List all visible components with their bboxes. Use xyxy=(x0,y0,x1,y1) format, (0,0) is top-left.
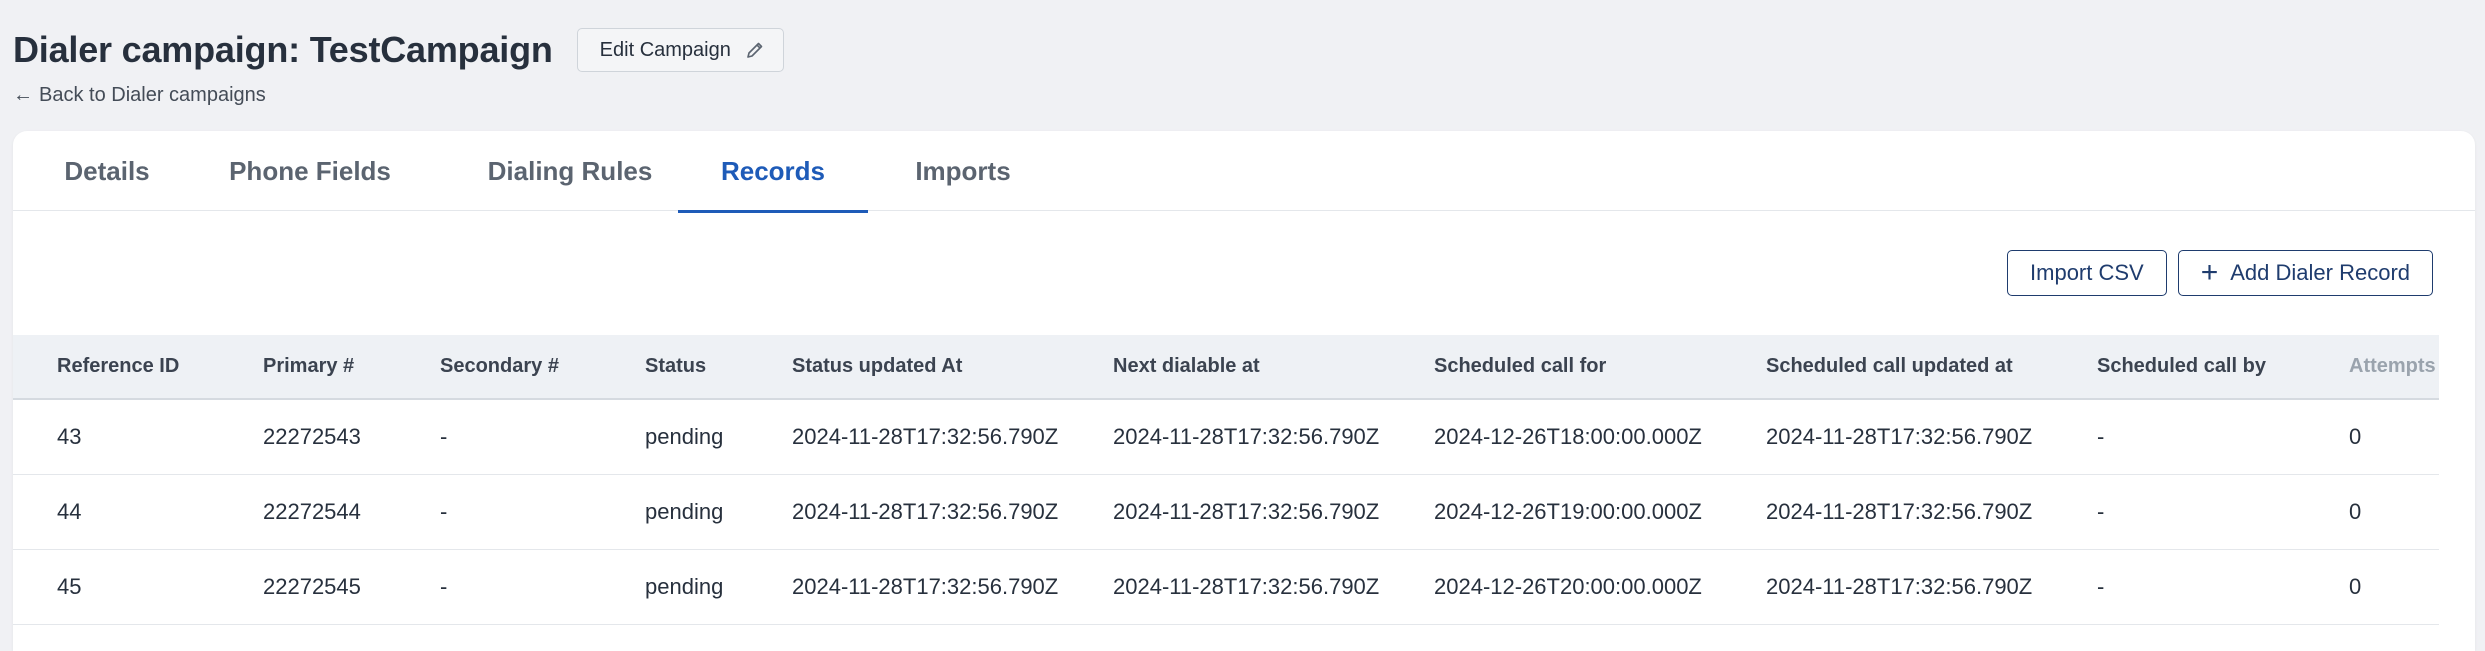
cell-reference-id: 43 xyxy=(13,399,219,475)
tab-imports[interactable]: Imports xyxy=(908,131,1018,211)
column-header-primary[interactable]: Primary # xyxy=(219,335,396,399)
tab-dialing-rules[interactable]: Dialing Rules xyxy=(460,131,680,211)
table-row[interactable]: 44 22272544 - pending 2024-11-28T17:32:5… xyxy=(13,474,2439,550)
cell-scheduled-call-by: - xyxy=(2053,399,2305,475)
page-header: Dialer campaign: TestCampaign Edit Campa… xyxy=(13,28,784,107)
cell-primary: 22272545 xyxy=(219,549,396,625)
column-header-secondary[interactable]: Secondary # xyxy=(396,335,601,399)
records-actions: Import CSV + Add Dialer Record xyxy=(2007,250,2433,296)
column-header-scheduled-call-for[interactable]: Scheduled call for xyxy=(1390,335,1722,399)
cell-secondary: - xyxy=(396,474,601,550)
cell-status: pending xyxy=(601,399,748,475)
table-header-row: Reference ID Primary # Secondary # Statu… xyxy=(13,335,2439,399)
tab-records[interactable]: Records xyxy=(678,131,868,213)
cell-next-dialable-at: 2024-11-28T17:32:56.790Z xyxy=(1069,474,1390,550)
cell-scheduled-call-by: - xyxy=(2053,549,2305,625)
column-header-status[interactable]: Status xyxy=(601,335,748,399)
cell-primary: 22272543 xyxy=(219,399,396,475)
records-table-container[interactable]: Reference ID Primary # Secondary # Statu… xyxy=(13,335,2439,625)
cell-scheduled-call-for: 2024-12-26T18:00:00.000Z xyxy=(1390,399,1722,475)
back-to-campaigns-link[interactable]: ← Back to Dialer campaigns xyxy=(13,84,784,107)
cell-scheduled-call-updated-at: 2024-11-28T17:32:56.790Z xyxy=(1722,549,2053,625)
page-title: Dialer campaign: TestCampaign xyxy=(13,29,553,70)
cell-status-updated-at: 2024-11-28T17:32:56.790Z xyxy=(748,399,1069,475)
tab-bar: Details Phone Fields Dialing Rules Recor… xyxy=(13,131,2475,213)
cell-status-updated-at: 2024-11-28T17:32:56.790Z xyxy=(748,474,1069,550)
cell-secondary: - xyxy=(396,399,601,475)
column-header-status-updated-at[interactable]: Status updated At xyxy=(748,335,1069,399)
table-row[interactable]: 43 22272543 - pending 2024-11-28T17:32:5… xyxy=(13,399,2439,475)
cell-next-dialable-at: 2024-11-28T17:32:56.790Z xyxy=(1069,549,1390,625)
cell-reference-id: 44 xyxy=(13,474,219,550)
records-table: Reference ID Primary # Secondary # Statu… xyxy=(13,335,2439,625)
plus-icon: + xyxy=(2200,256,2219,289)
cell-reference-id: 45 xyxy=(13,549,219,625)
cell-scheduled-call-for: 2024-12-26T20:00:00.000Z xyxy=(1390,549,1722,625)
cell-scheduled-call-by: - xyxy=(2053,474,2305,550)
add-dialer-record-button[interactable]: + Add Dialer Record xyxy=(2177,250,2433,296)
cell-status: pending xyxy=(601,549,748,625)
column-header-attempts[interactable]: Attempts xyxy=(2305,335,2439,399)
title-row: Dialer campaign: TestCampaign Edit Campa… xyxy=(13,28,784,72)
column-header-scheduled-call-updated-at[interactable]: Scheduled call updated at xyxy=(1722,335,2053,399)
cell-attempts: 0 xyxy=(2305,474,2439,550)
cell-attempts: 0 xyxy=(2305,549,2439,625)
tab-details[interactable]: Details xyxy=(57,131,157,211)
import-csv-button[interactable]: Import CSV xyxy=(2007,250,2167,296)
cell-attempts: 0 xyxy=(2305,399,2439,475)
cell-scheduled-call-updated-at: 2024-11-28T17:32:56.790Z xyxy=(1722,474,2053,550)
cell-secondary: - xyxy=(396,549,601,625)
campaign-card: Details Phone Fields Dialing Rules Recor… xyxy=(13,131,2475,651)
cell-status-updated-at: 2024-11-28T17:32:56.790Z xyxy=(748,549,1069,625)
back-link-label: Back to Dialer campaigns xyxy=(39,84,266,106)
edit-campaign-label: Edit Campaign xyxy=(599,38,731,61)
cell-scheduled-call-updated-at: 2024-11-28T17:32:56.790Z xyxy=(1722,399,2053,475)
column-header-reference-id[interactable]: Reference ID xyxy=(13,335,219,399)
cell-next-dialable-at: 2024-11-28T17:32:56.790Z xyxy=(1069,399,1390,475)
column-header-scheduled-call-by[interactable]: Scheduled call by xyxy=(2053,335,2305,399)
cell-scheduled-call-for: 2024-12-26T19:00:00.000Z xyxy=(1390,474,1722,550)
tab-phone-fields[interactable]: Phone Fields xyxy=(225,131,395,211)
cell-status: pending xyxy=(601,474,748,550)
cell-primary: 22272544 xyxy=(219,474,396,550)
column-header-next-dialable-at[interactable]: Next dialable at xyxy=(1069,335,1390,399)
pencil-icon xyxy=(747,42,763,58)
table-row[interactable]: 45 22272545 - pending 2024-11-28T17:32:5… xyxy=(13,549,2439,625)
edit-campaign-button[interactable]: Edit Campaign xyxy=(576,28,784,72)
add-dialer-record-label: Add Dialer Record xyxy=(2230,260,2410,285)
arrow-left-icon: ← xyxy=(13,84,33,106)
import-csv-label: Import CSV xyxy=(2030,260,2144,285)
